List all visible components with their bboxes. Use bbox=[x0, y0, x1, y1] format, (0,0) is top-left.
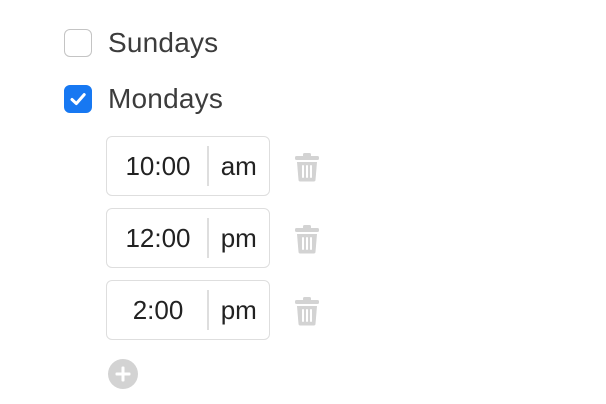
sundays-checkbox[interactable] bbox=[64, 29, 92, 57]
time-value[interactable]: 2:00 bbox=[107, 295, 207, 326]
trash-icon[interactable] bbox=[294, 296, 320, 326]
time-slot-row: 10:00 am bbox=[106, 136, 319, 196]
time-period[interactable]: pm bbox=[209, 223, 270, 254]
time-value[interactable]: 10:00 bbox=[107, 151, 207, 182]
schedule-editor: Sundays Mondays 10:00 am 12:00 pm 2:00 p… bbox=[0, 0, 606, 404]
time-input[interactable]: 12:00 pm bbox=[106, 208, 270, 268]
time-slot-row: 2:00 pm bbox=[106, 280, 319, 340]
add-time-button[interactable] bbox=[108, 359, 138, 389]
time-period[interactable]: pm bbox=[209, 295, 270, 326]
time-value[interactable]: 12:00 bbox=[107, 223, 207, 254]
trash-icon[interactable] bbox=[294, 152, 320, 182]
sundays-label: Sundays bbox=[108, 27, 219, 58]
mondays-checkbox[interactable] bbox=[64, 85, 92, 113]
plus-circle-icon bbox=[115, 366, 131, 382]
time-input[interactable]: 10:00 am bbox=[106, 136, 270, 196]
mondays-label: Mondays bbox=[108, 83, 224, 114]
time-period[interactable]: am bbox=[209, 151, 270, 182]
checkmark-icon bbox=[70, 93, 86, 106]
day-row-mondays[interactable]: Mondays bbox=[64, 82, 223, 116]
time-input[interactable]: 2:00 pm bbox=[106, 280, 270, 340]
trash-icon[interactable] bbox=[294, 224, 320, 254]
day-row-sundays[interactable]: Sundays bbox=[64, 26, 218, 60]
time-slot-row: 12:00 pm bbox=[106, 208, 319, 268]
